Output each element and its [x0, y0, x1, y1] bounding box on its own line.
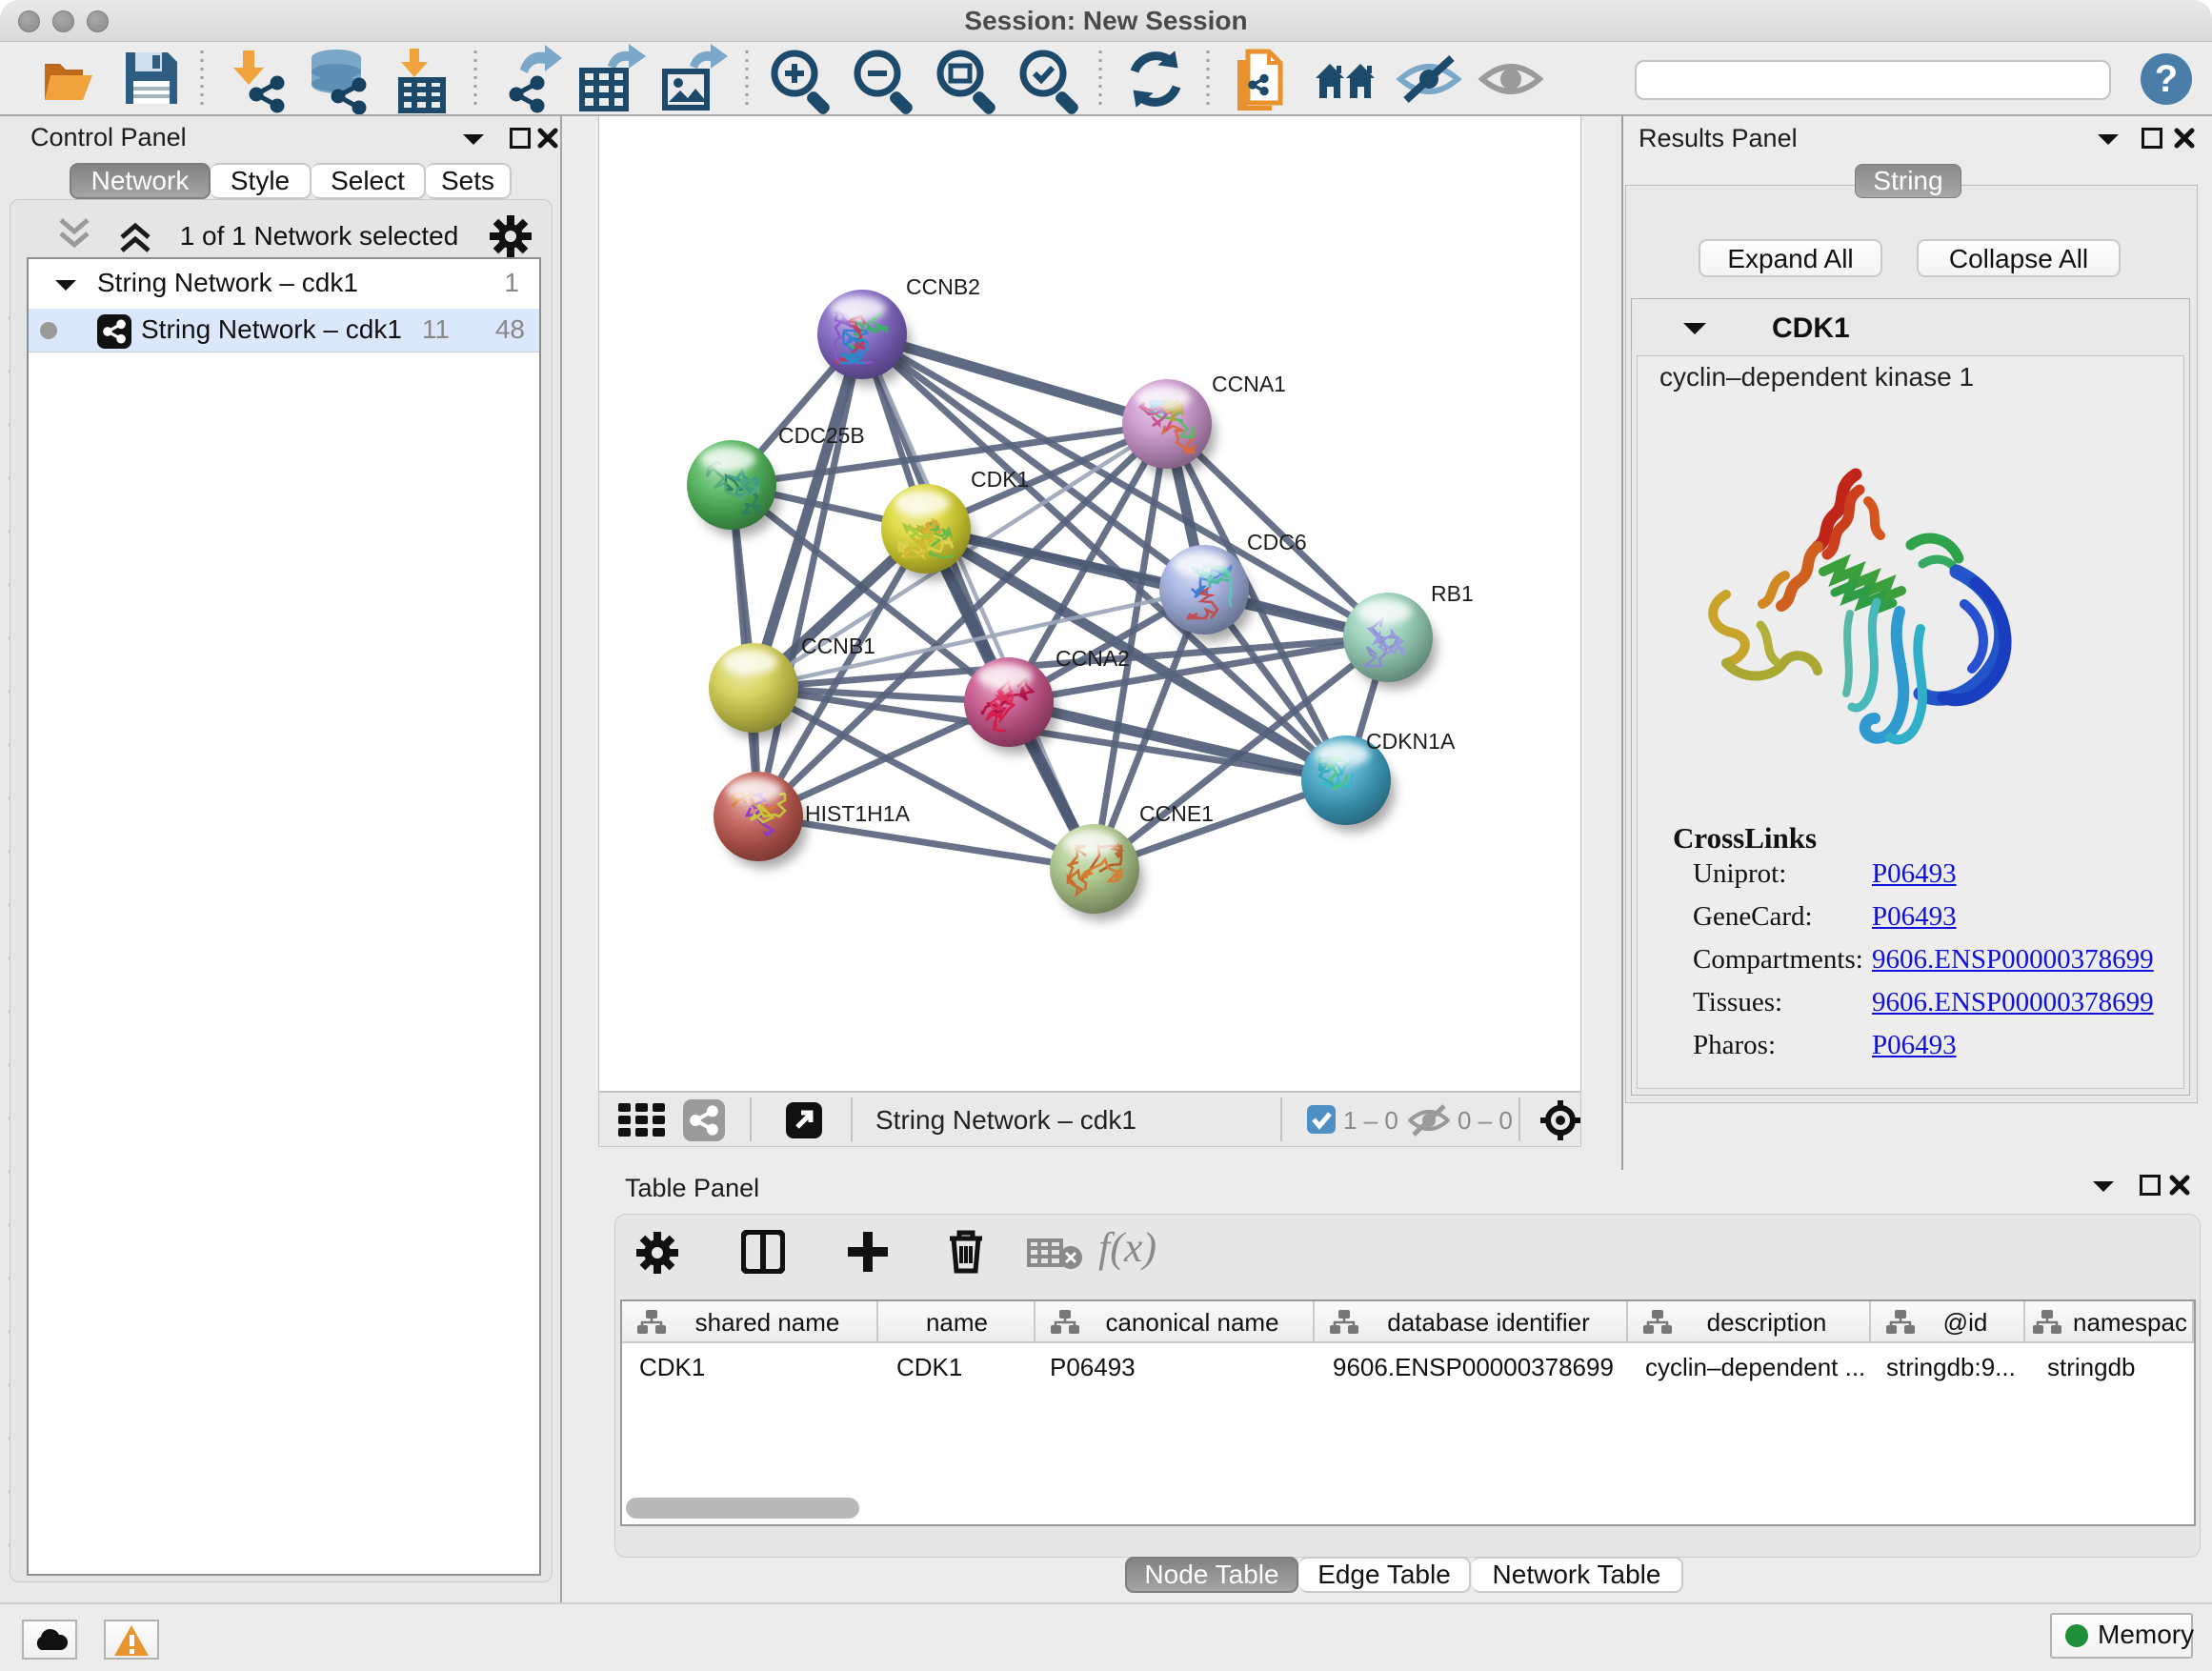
svg-text:CCNB1: CCNB1 [801, 634, 875, 658]
svg-text:CDKN1A: CDKN1A [1366, 729, 1456, 754]
svg-text:HIST1H1A: HIST1H1A [805, 801, 911, 826]
svg-text:CDC6: CDC6 [1247, 530, 1307, 554]
svg-text:CCNE1: CCNE1 [1139, 801, 1214, 826]
svg-text:?: ? [2155, 58, 2178, 100]
svg-text:CDK1: CDK1 [971, 467, 1029, 492]
svg-text:RB1: RB1 [1431, 581, 1474, 606]
svg-text:CCNA2: CCNA2 [1056, 646, 1130, 671]
svg-text:CCNA1: CCNA1 [1212, 372, 1286, 396]
svg-text:CCNB2: CCNB2 [906, 274, 980, 299]
svg-text:CDC25B: CDC25B [778, 423, 865, 448]
